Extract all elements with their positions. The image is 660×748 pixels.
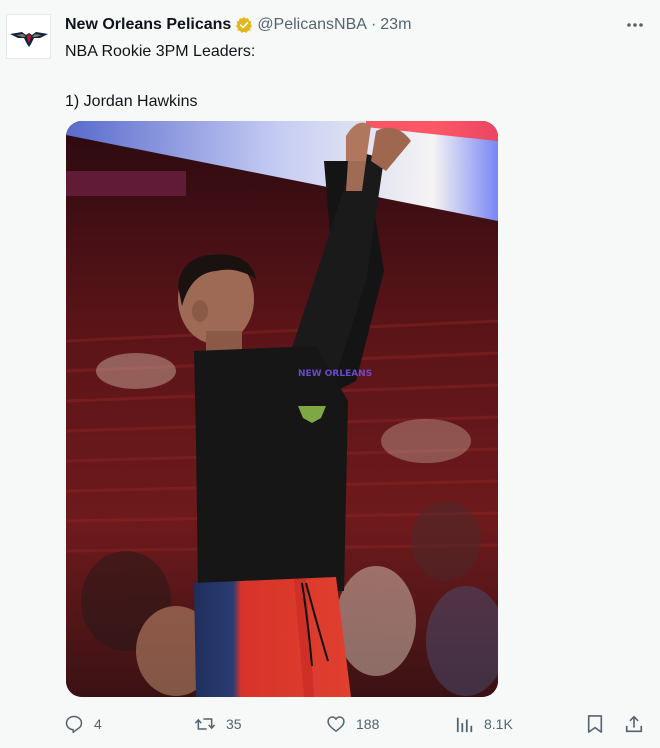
more-icon xyxy=(627,23,643,27)
view-count: 8.1K xyxy=(484,716,513,732)
basketball-player-photo: NEW ORLEANS xyxy=(66,121,498,697)
views-icon xyxy=(456,717,473,733)
more-options-button[interactable] xyxy=(624,14,646,36)
reply-icon xyxy=(65,715,83,734)
share-button[interactable] xyxy=(624,710,644,738)
tweet-header: New Orleans Pelicans @PelicansNBA · 23m xyxy=(65,14,411,36)
like-count: 188 xyxy=(356,716,380,732)
tweet-photo[interactable]: NEW ORLEANS xyxy=(66,121,498,697)
tweet-text-line: NBA Rookie 3PM Leaders: xyxy=(65,43,256,60)
tweet-text-line: 1) Jordan Hawkins xyxy=(65,93,198,110)
pelicans-logo-icon xyxy=(9,31,48,47)
reply-count: 4 xyxy=(94,716,102,732)
repost-count: 35 xyxy=(226,716,242,732)
verified-badge-icon xyxy=(235,16,253,34)
like-button[interactable]: 188 xyxy=(326,710,379,738)
bookmark-button[interactable] xyxy=(586,710,604,738)
avatar[interactable] xyxy=(6,14,51,59)
tweet-text: NBA Rookie 3PM Leaders: 1) Jordan Hawkin… xyxy=(65,40,635,114)
display-name[interactable]: New Orleans Pelicans xyxy=(65,16,231,34)
action-bar: 4 35 188 8.1K xyxy=(64,710,648,738)
share-icon xyxy=(625,715,643,733)
bookmark-icon xyxy=(587,715,603,733)
repost-icon xyxy=(194,718,216,730)
user-handle[interactable]: @PelicansNBA xyxy=(257,16,367,34)
tweet[interactable]: New Orleans Pelicans @PelicansNBA · 23m … xyxy=(0,0,660,748)
views-button[interactable]: 8.1K xyxy=(456,710,513,738)
timestamp[interactable]: 23m xyxy=(380,16,411,34)
repost-button[interactable]: 35 xyxy=(194,710,242,738)
like-icon xyxy=(327,716,345,732)
jersey-lettering: NEW ORLEANS xyxy=(298,369,372,379)
separator-dot: · xyxy=(370,16,377,33)
reply-button[interactable]: 4 xyxy=(64,710,102,738)
